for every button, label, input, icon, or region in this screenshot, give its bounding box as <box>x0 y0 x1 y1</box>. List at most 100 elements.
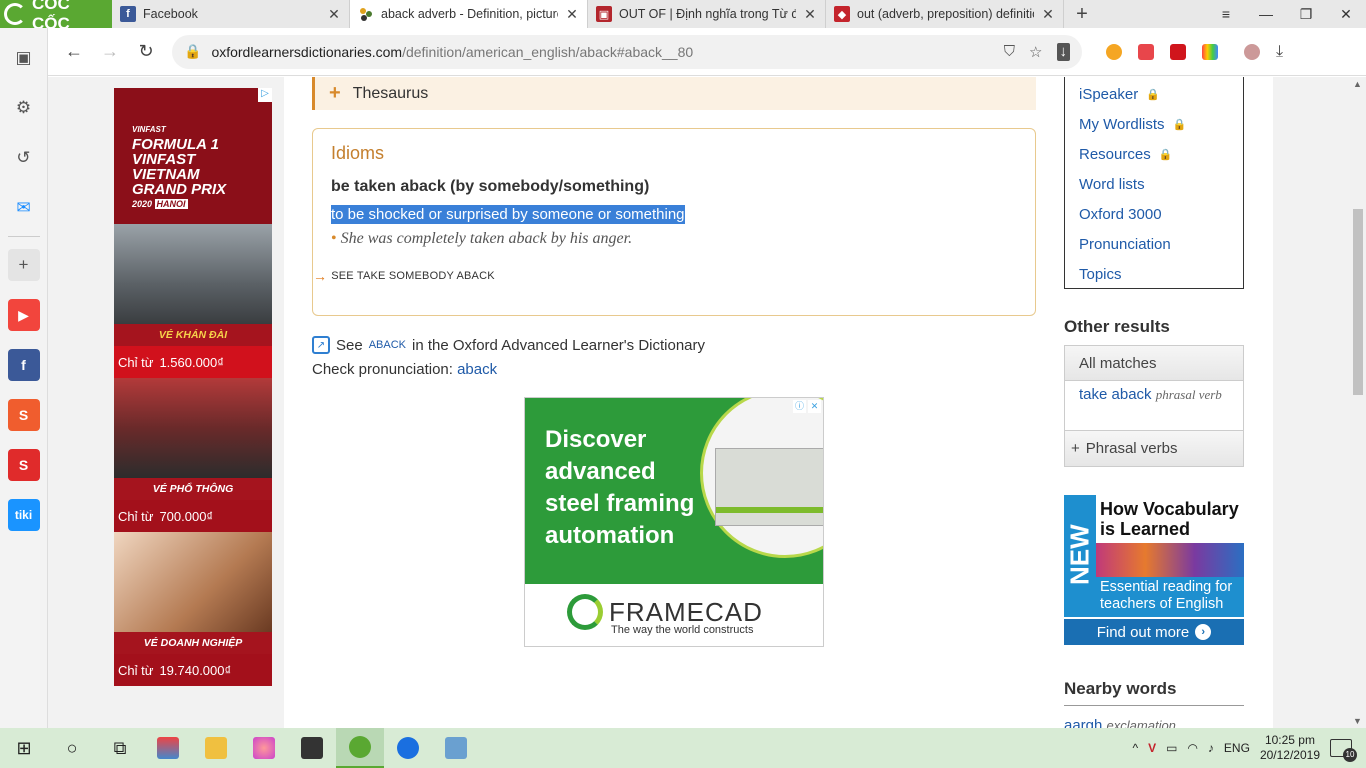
file-explorer-icon[interactable] <box>192 728 240 768</box>
search-circle-icon[interactable]: ○ <box>48 728 96 768</box>
windows-start-icon[interactable]: ⊞ <box>0 728 48 768</box>
tab-list-icon[interactable]: ≡ <box>1206 0 1246 28</box>
paint-app-icon[interactable] <box>240 728 288 768</box>
menu-item-ispeaker[interactable]: iSpeaker 🔒 <box>1079 79 1243 109</box>
notification-center-icon[interactable]: 10 <box>1330 739 1357 762</box>
ad-ticket-corporate[interactable]: VÉ DOANH NGHIỆP Chỉ từ 19.740.000₫ <box>114 532 272 686</box>
other-results-box: All matches take aback phrasal verb + Phr… <box>1064 345 1244 467</box>
messenger-icon[interactable]: ✉ <box>8 192 40 224</box>
reload-icon[interactable]: ↻ <box>128 34 164 70</box>
framecad-ad[interactable]: Discover advanced steel framing automati… <box>524 397 824 647</box>
close-tab-icon[interactable]: ✕ <box>803 6 817 23</box>
color-extension-icon[interactable] <box>1202 43 1218 60</box>
sync-extension-icon[interactable] <box>1170 43 1186 60</box>
all-matches-tab[interactable]: All matches <box>1065 346 1243 381</box>
tab-macmillan[interactable]: ◆ out (adverb, preposition) definition ✕ <box>826 0 1064 28</box>
menu-item-my-wordlists[interactable]: My Wordlists 🔒 <box>1079 109 1243 139</box>
snipping-tool-icon[interactable] <box>432 728 480 768</box>
menu-item-resources[interactable]: Resources 🔒 <box>1079 139 1243 169</box>
ad-info-icon[interactable]: ⓘ <box>793 400 806 413</box>
minimize-button[interactable]: — <box>1246 0 1286 28</box>
idioms-heading: Idioms <box>331 143 385 163</box>
task-view-icon[interactable]: ⧉ <box>96 728 144 768</box>
sticky-app-icon[interactable] <box>288 728 336 768</box>
page-right-margin <box>1273 77 1350 728</box>
facebook-icon[interactable]: f <box>7 349 40 381</box>
bookmark-star-icon[interactable]: ☆ <box>1029 43 1042 61</box>
chrome-extension-icon[interactable] <box>1106 43 1122 60</box>
close-window-button[interactable]: ✕ <box>1326 0 1366 28</box>
tab-aback[interactable]: aback adverb - Definition, pictures ✕ <box>350 0 588 28</box>
back-arrow-icon[interactable]: ← <box>56 34 92 70</box>
unikey-app-icon[interactable] <box>144 728 192 768</box>
forward-arrow-icon[interactable]: → <box>92 34 128 70</box>
sendo-icon[interactable]: S <box>7 449 40 481</box>
youtube-icon[interactable]: ▶ <box>7 299 40 331</box>
coccoc-taskbar-icon[interactable] <box>336 728 384 768</box>
tab-facebook[interactable]: f Facebook ✕ <box>112 0 350 28</box>
vocabulary-book-ad[interactable]: NEW How Vocabulary is Learned Essential … <box>1064 495 1244 645</box>
close-tab-icon[interactable]: ✕ <box>327 6 341 23</box>
close-tab-icon[interactable]: ✕ <box>565 6 579 23</box>
sidebar-toggle-icon[interactable]: ▣ <box>8 42 40 74</box>
champagne-photo <box>114 532 272 632</box>
shield-icon[interactable]: ⛉ <box>1004 43 1015 61</box>
f1-vietnam-ad[interactable]: ▷ VINFAST FORMULA 1 VINFAST VIETNAM GRAN… <box>114 88 272 686</box>
idioms-box: Idioms be taken aback (by somebody/somet… <box>312 128 1036 316</box>
phrasal-verbs-tab[interactable]: + Phrasal verbs <box>1065 431 1243 466</box>
volume-icon[interactable]: ♪ <box>1208 741 1214 755</box>
download-page-icon[interactable]: ↓ <box>1056 42 1070 61</box>
ad-choices-icon[interactable]: ▷ <box>258 88 272 102</box>
adblock-shield-icon[interactable] <box>1138 43 1154 60</box>
battery-icon[interactable]: ▭ <box>1166 741 1177 755</box>
show-hidden-icons-chevron[interactable]: ^ <box>1132 741 1138 755</box>
restore-button[interactable]: ❐ <box>1286 0 1326 28</box>
zalo-app-icon[interactable] <box>384 728 432 768</box>
scroll-down-icon[interactable]: ▼ <box>1353 716 1362 726</box>
idiom-definition: to be shocked or surprised by someone or… <box>331 205 685 224</box>
settings-gear-icon[interactable]: ⚙ <box>8 92 40 124</box>
profile-avatar[interactable] <box>1244 43 1260 60</box>
ad-close-icon[interactable]: ✕ <box>808 400 821 413</box>
nearby-word-item[interactable]: aargh exclamation <box>1064 717 1176 728</box>
download-icon[interactable]: ⤓ <box>1276 43 1283 61</box>
web-page: ▷ VINFAST FORMULA 1 VINFAST VIETNAM GRAN… <box>48 77 1350 728</box>
plus-icon: + <box>329 82 341 104</box>
browser-sidebar: ▣ ⚙ ↺ ✉ + ▶ f S S tiki <box>0 28 48 728</box>
find-out-more-button[interactable]: Find out more › <box>1064 617 1244 645</box>
menu-item-pronunciation[interactable]: Pronunciation <box>1079 229 1243 259</box>
system-clock[interactable]: 10:25 pm 20/12/2019 <box>1260 733 1320 763</box>
shopee-icon[interactable]: S <box>7 399 40 431</box>
scroll-up-icon[interactable]: ▲ <box>1353 79 1362 89</box>
scroll-thumb[interactable] <box>1353 209 1363 395</box>
pronunciation-link[interactable]: aback <box>457 361 497 378</box>
coccoc-menu-button[interactable]: CỐC CỐC <box>0 0 112 33</box>
url-bar[interactable]: 🔒 oxfordlearnersdictionaries.com/definit… <box>172 34 1082 69</box>
address-toolbar: ← → ↻ 🔒 oxfordlearnersdictionaries.com/d… <box>48 28 1366 76</box>
close-tab-icon[interactable]: ✕ <box>1041 6 1055 23</box>
external-link-icon: ↗ <box>312 336 330 354</box>
new-tab-button[interactable]: + <box>1064 0 1100 28</box>
menu-item-topics[interactable]: Topics <box>1079 259 1243 289</box>
tab-cambridge[interactable]: ▣ OUT OF | Định nghĩa trong Từ điển ✕ <box>588 0 826 28</box>
vietkey-tray-icon[interactable]: V <box>1148 741 1156 755</box>
tab-bar: CỐC CỐC f Facebook ✕ aback adverb - Defi… <box>0 0 1366 33</box>
plus-icon: + <box>1071 440 1080 457</box>
ad-ticket-general[interactable]: VÉ PHỔ THÔNG Chỉ từ 700.000₫ <box>114 378 272 532</box>
race-track-photo <box>114 224 272 324</box>
thesaurus-toggle[interactable]: + Thesaurus <box>312 77 1036 110</box>
page-scrollbar[interactable]: ▲ ▼ <box>1350 77 1366 728</box>
ad-ticket-grandstand[interactable]: VÉ KHÁN ĐÀI Chỉ từ 1.560.000₫ <box>114 224 272 378</box>
menu-item-word-lists[interactable]: Word lists <box>1079 169 1243 199</box>
network-icon[interactable]: ◠ <box>1187 741 1197 755</box>
see-take-somebody-aback-link[interactable]: → see take somebody aback <box>313 268 1017 284</box>
tab-title: out (adverb, preposition) definition <box>857 7 1034 21</box>
result-take-aback[interactable]: take aback phrasal verb <box>1065 381 1243 431</box>
book-cover-image <box>1096 543 1244 577</box>
add-app-icon[interactable]: + <box>7 249 40 281</box>
tiki-icon[interactable]: tiki <box>7 499 40 531</box>
menu-item-oxford-3000[interactable]: Oxford 3000 <box>1079 199 1243 229</box>
history-icon[interactable]: ↺ <box>8 142 40 174</box>
see-oald-link[interactable]: ↗ See aback in the Oxford Advanced Learn… <box>312 336 705 354</box>
input-language[interactable]: ENG <box>1224 741 1250 755</box>
